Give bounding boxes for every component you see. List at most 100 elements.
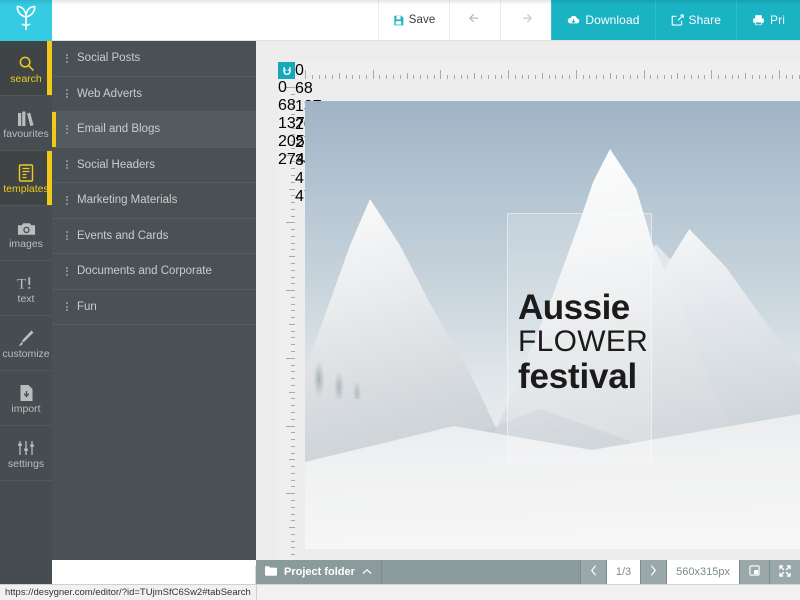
magnifier-icon: [18, 52, 35, 72]
text-t-icon: T: [17, 272, 36, 292]
chevron-up-icon[interactable]: [362, 566, 372, 578]
canvas-stage: 068137205274342411479 068137205274 Aussi…: [256, 41, 800, 560]
share-label: Share: [689, 13, 722, 27]
list-item[interactable]: Social Posts: [52, 41, 256, 77]
bottom-bar: Project folder 1/3: [256, 560, 800, 584]
save-disk-icon: [393, 15, 404, 26]
drag-dots-icon: [66, 125, 68, 134]
drag-dots-icon: [66, 196, 68, 205]
chevron-left-icon: [590, 565, 597, 579]
cloud-download-icon: [567, 15, 580, 26]
ruler-h-label: 68: [295, 80, 800, 98]
list-item-label: Events and Cards: [77, 230, 168, 242]
horizontal-ruler-labels: 068137205274342411479: [295, 62, 800, 79]
sidebar-label-text: text: [18, 294, 35, 305]
print-button[interactable]: Pri: [736, 0, 800, 40]
share-arrow-icon: [671, 14, 684, 26]
download-label: Download: [585, 13, 639, 27]
list-item[interactable]: Marketing Materials: [52, 183, 256, 219]
sidebar-item-templates[interactable]: templates: [0, 151, 52, 206]
brush-icon: [17, 327, 35, 347]
sliders-icon: [17, 437, 35, 457]
leaf-logo-icon: [15, 5, 37, 36]
rail-filler: [0, 481, 52, 600]
list-item[interactable]: Web Adverts: [52, 77, 256, 113]
duplicate-page-button[interactable]: [739, 560, 769, 584]
next-page-button[interactable]: [640, 560, 666, 584]
list-item-label: Social Headers: [77, 159, 155, 171]
ruler-v-label: 0: [278, 79, 295, 97]
sidebar-label-images: images: [9, 239, 43, 250]
printer-icon: [752, 14, 765, 26]
chevron-right-icon: [650, 565, 657, 579]
headline-line-1: Aussie: [518, 289, 748, 326]
save-label: Save: [409, 14, 436, 26]
redo-button[interactable]: [500, 0, 551, 40]
ruler-h-label: 0: [295, 62, 800, 80]
page-indicator[interactable]: 1/3: [606, 560, 640, 584]
fullscreen-button[interactable]: [769, 560, 800, 584]
list-item[interactable]: Email and Blogs: [52, 112, 256, 148]
list-item-label: Web Adverts: [77, 88, 142, 100]
fullscreen-icon: [779, 565, 791, 580]
list-item[interactable]: Social Headers: [52, 148, 256, 184]
sidebar-label-settings: settings: [8, 459, 44, 470]
camera-icon: [17, 217, 36, 237]
download-button[interactable]: Download: [551, 0, 654, 40]
drag-dots-icon: [66, 267, 68, 276]
drag-dots-icon: [66, 89, 68, 98]
list-item-label: Documents and Corporate: [77, 265, 212, 277]
save-button[interactable]: Save: [378, 0, 450, 40]
ruler-v-label: 68: [278, 97, 295, 115]
books-icon: [17, 107, 35, 127]
list-item-label: Marketing Materials: [77, 194, 177, 206]
list-item-label: Fun: [77, 301, 97, 313]
list-item[interactable]: Events and Cards: [52, 219, 256, 255]
file-import-icon: [19, 382, 34, 402]
brand-logo[interactable]: [0, 0, 52, 41]
svg-text:T: T: [17, 275, 27, 291]
sidebar-item-customize[interactable]: customize: [0, 316, 52, 371]
prev-page-button[interactable]: [580, 560, 606, 584]
sidebar-item-settings[interactable]: settings: [0, 426, 52, 481]
project-folder-label: Project folder: [284, 566, 355, 578]
drag-dots-icon: [66, 302, 68, 311]
list-item[interactable]: Fun: [52, 290, 256, 326]
magnet-snap-icon[interactable]: [278, 62, 295, 79]
print-label: Pri: [770, 13, 785, 27]
sidebar-label-search: search: [10, 74, 42, 85]
redo-arrow-icon: [519, 12, 533, 29]
top-toolbar: Save Download: [0, 0, 800, 41]
list-item-label: Email and Blogs: [77, 123, 160, 135]
sidebar-label-customize: customize: [2, 349, 49, 360]
folder-icon: [265, 566, 277, 579]
share-button[interactable]: Share: [655, 0, 737, 40]
drag-dots-icon: [66, 160, 68, 169]
page-indicator-label: 1/3: [616, 566, 631, 578]
sidebar-item-search[interactable]: search: [0, 41, 52, 96]
sidebar-label-templates: templates: [3, 184, 49, 195]
headline-line-2: FLOWER: [518, 326, 748, 358]
canvas-size-label: 560x315px: [676, 566, 730, 578]
design-headline[interactable]: Aussie FLOWER festival: [518, 289, 748, 395]
bottom-bar-gap: [382, 560, 580, 584]
ruler-v-label: 205: [278, 133, 295, 151]
templates-category-panel: Social Posts Web Adverts Email and Blogs…: [52, 41, 256, 560]
pine-trees: [305, 279, 425, 399]
status-url-text: https://desygner.com/editor/?id=TUjmSfC6…: [0, 584, 257, 600]
canvas-size-button[interactable]: 560x315px: [666, 560, 739, 584]
sidebar-item-import[interactable]: import: [0, 371, 52, 426]
sidebar-item-text[interactable]: T text: [0, 261, 52, 316]
toolbar-gap: [52, 0, 378, 40]
sidebar-label-favourites: favourites: [3, 129, 49, 140]
project-folder-button[interactable]: Project folder: [256, 560, 382, 584]
design-canvas[interactable]: Aussie FLOWER festival: [305, 101, 800, 549]
list-item[interactable]: Documents and Corporate: [52, 254, 256, 290]
list-item-label: Social Posts: [77, 52, 140, 64]
template-icon: [18, 162, 34, 182]
undo-button[interactable]: [449, 0, 500, 40]
sidebar-item-images[interactable]: images: [0, 206, 52, 261]
sidebar-label-import: import: [11, 404, 40, 415]
ruler-v-label: 274: [278, 151, 295, 169]
sidebar-item-favourites[interactable]: favourites: [0, 96, 52, 151]
